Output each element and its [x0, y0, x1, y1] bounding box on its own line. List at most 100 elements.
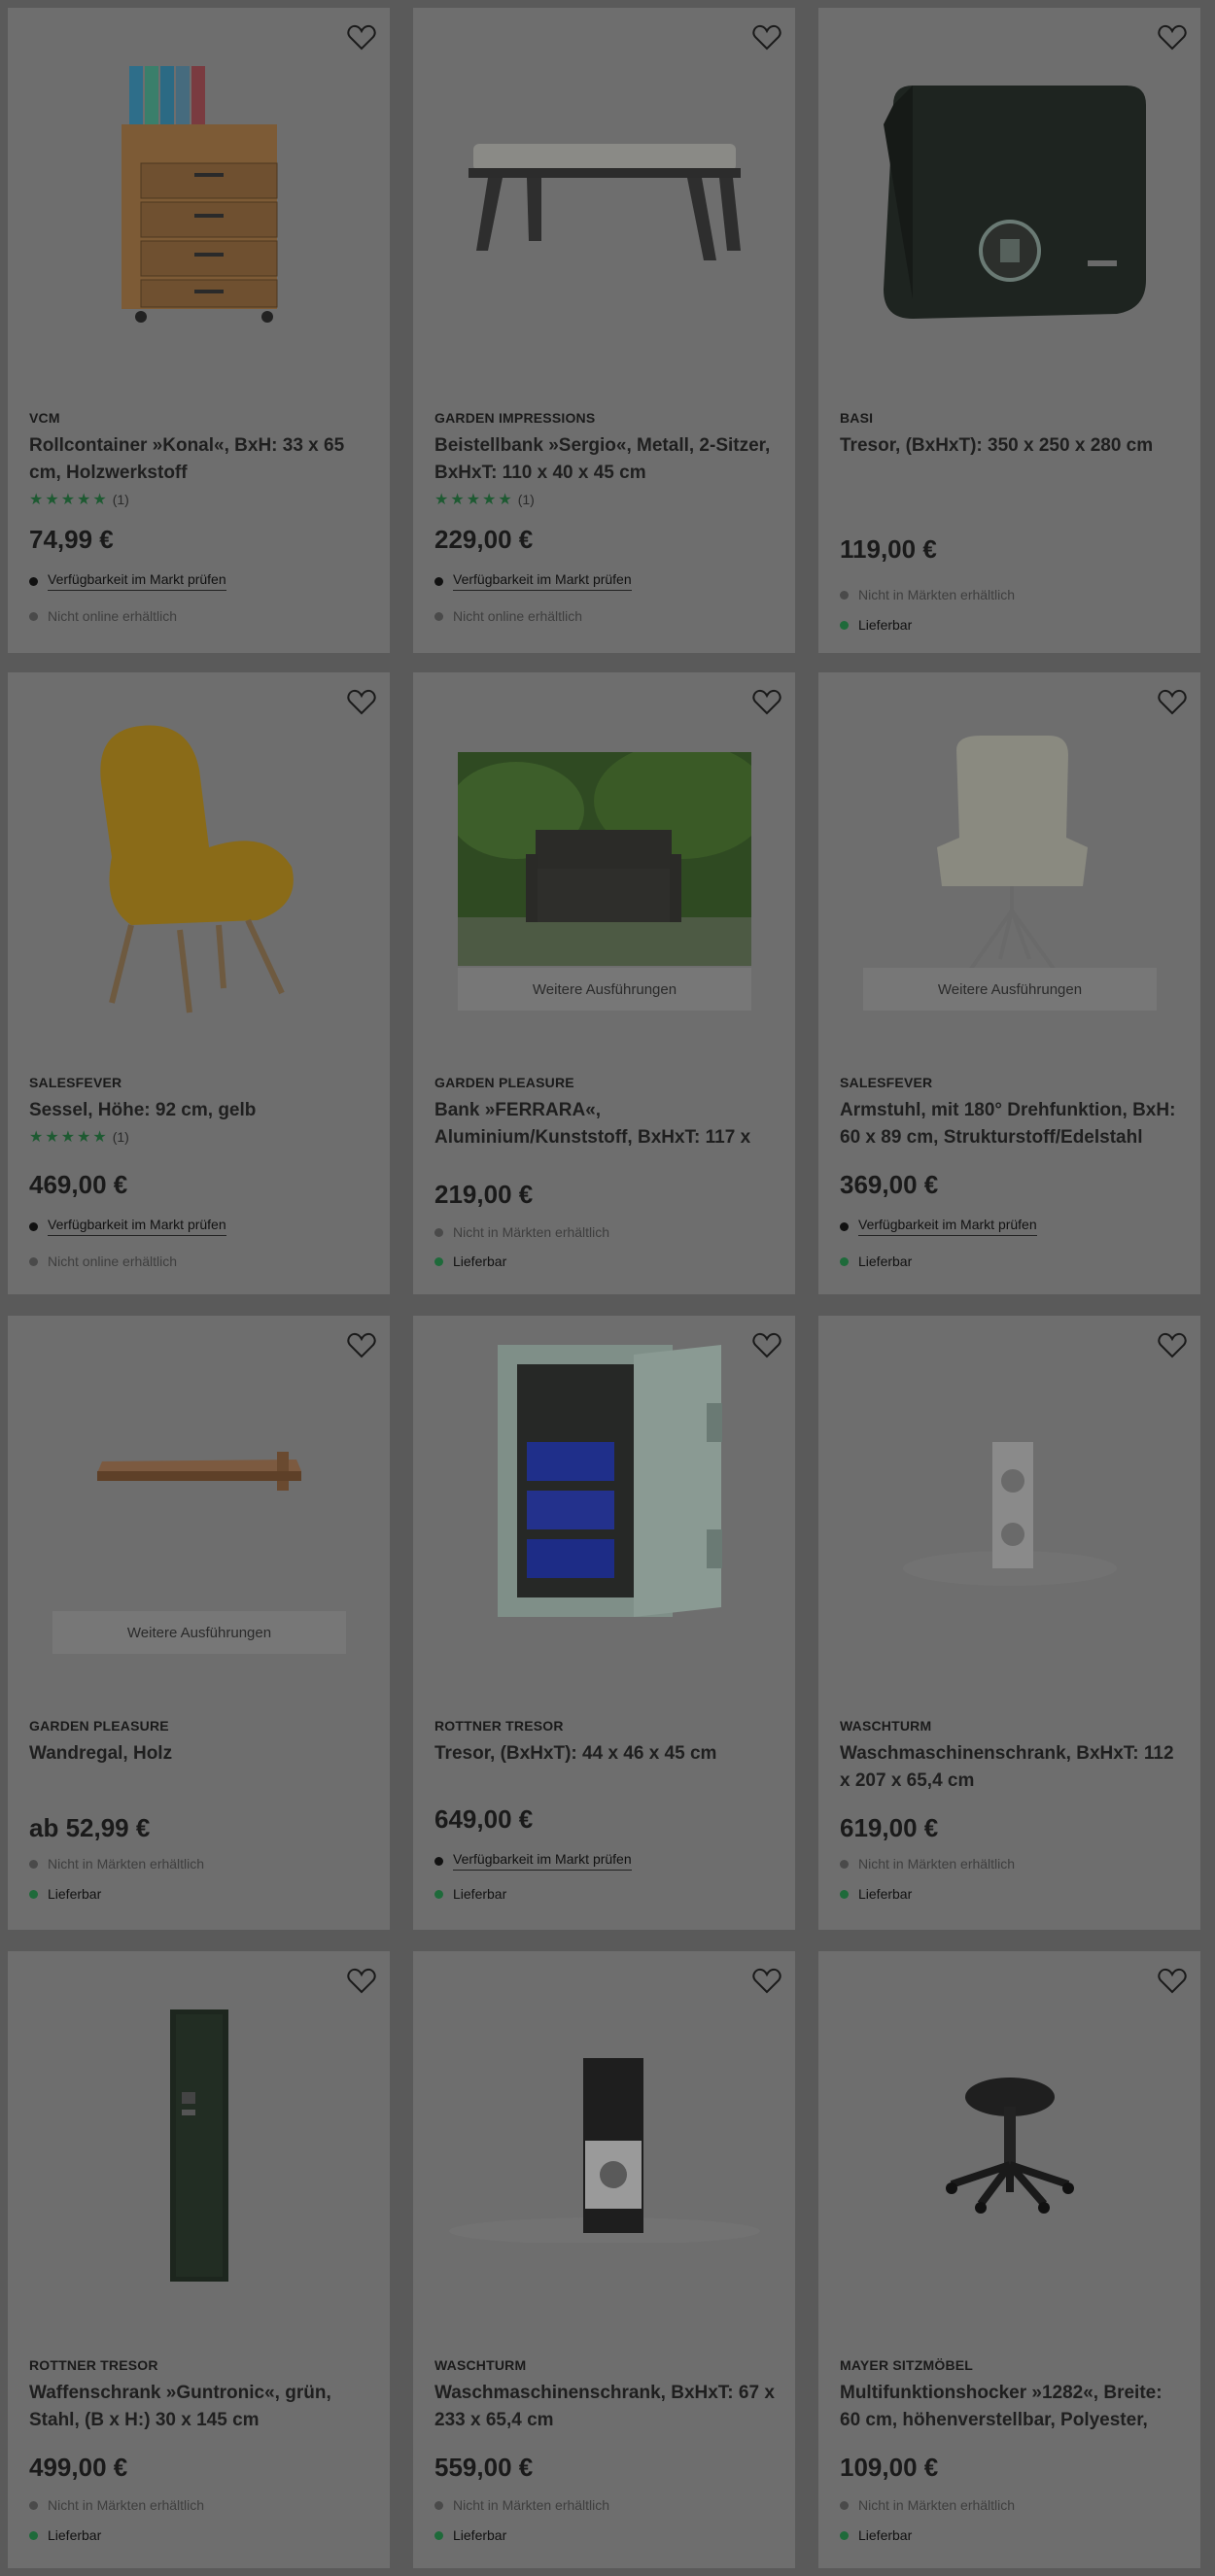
product-card[interactable]: ROTTNER TRESOR Tresor, (BxHxT): 44 x 46 …: [413, 1316, 795, 1930]
product-card[interactable]: GARDEN IMPRESSIONS Beistellbank »Sergio«…: [413, 8, 795, 653]
check-store-availability-link[interactable]: Verfügbarkeit im Markt prüfen: [858, 1217, 1037, 1236]
product-image[interactable]: [413, 711, 795, 995]
product-rating: ★★★★★ (1): [434, 490, 535, 509]
status-dot-icon: [434, 1889, 443, 1899]
product-title[interactable]: Bank »FERRARA«, Aluminium/Kunststoff, Bx…: [434, 1097, 775, 1151]
open-safe-icon: [497, 1345, 722, 1617]
online-availability: Nicht online erhältlich: [29, 1254, 177, 1269]
product-card[interactable]: Weitere Ausführungen GARDEN PLEASURE Ban…: [413, 672, 795, 1294]
status-dot-icon: [29, 1256, 38, 1266]
status-dot-icon: [434, 1256, 443, 1266]
product-brand: VCM: [29, 410, 60, 426]
star-rating-icon: ★★★★★: [29, 492, 109, 508]
store-availability: Verfügbarkeit im Markt prüfen: [434, 1851, 632, 1871]
product-title[interactable]: Waschmaschinenschrank, BxHxT: 112 x 207 …: [840, 1740, 1180, 1795]
product-grid: VCM Rollcontainer »Konal«, BxH: 33 x 65 …: [0, 0, 1215, 2576]
product-card[interactable]: WASCHTURM Waschmaschinenschrank, BxHxT: …: [413, 1951, 795, 2568]
product-card[interactable]: VCM Rollcontainer »Konal«, BxH: 33 x 65 …: [8, 8, 390, 653]
product-image[interactable]: [8, 1355, 390, 1588]
check-store-availability-link[interactable]: Verfügbarkeit im Markt prüfen: [48, 571, 226, 591]
product-card[interactable]: BASI Tresor, (BxHxT): 350 x 250 x 280 cm…: [818, 8, 1200, 653]
product-title[interactable]: Waffenschrank »Guntronic«, grün, Stahl, …: [29, 2380, 369, 2434]
product-price: ab 52,99 €: [29, 1813, 151, 1842]
product-rating: ★★★★★ (1): [29, 1127, 129, 1147]
product-title[interactable]: Sessel, Höhe: 92 cm, gelb: [29, 1097, 369, 1124]
check-store-availability-link[interactable]: Verfügbarkeit im Markt prüfen: [48, 1217, 226, 1236]
product-brand: BASI: [840, 410, 874, 426]
store-status-text: Nicht in Märkten erhältlich: [858, 2497, 1016, 2513]
store-availability: Nicht in Märkten erhältlich: [840, 1856, 1015, 1872]
product-brand: SALESFEVER: [840, 1075, 933, 1090]
safe-icon: [883, 86, 1146, 319]
product-price: 109,00 €: [840, 2453, 939, 2482]
delivery-availability: Lieferbar: [29, 2527, 101, 2543]
stool-icon: [945, 2078, 1074, 2214]
product-card[interactable]: MAYER SITZMÖBEL Multifunktionshocker »12…: [818, 1951, 1200, 2568]
store-availability: Nicht in Märkten erhältlich: [840, 587, 1015, 602]
product-card[interactable]: WASCHTURM Waschmaschinenschrank, BxHxT: …: [818, 1316, 1200, 1930]
store-status-text: Nicht in Märkten erhältlich: [858, 587, 1016, 602]
product-brand: WASCHTURM: [840, 1718, 932, 1734]
more-variants-button[interactable]: Weitere Ausführungen: [863, 968, 1157, 1011]
delivery-availability: Lieferbar: [434, 2527, 506, 2543]
product-image[interactable]: [413, 1990, 795, 2301]
product-title[interactable]: Armstuhl, mit 180° Drehfunktion, BxH: 60…: [840, 1097, 1180, 1151]
product-title[interactable]: Wandregal, Holz: [29, 1740, 369, 1768]
product-image[interactable]: [8, 711, 390, 1022]
product-image[interactable]: [818, 711, 1200, 983]
product-card[interactable]: Weitere Ausführungen SALESFEVER Armstuhl…: [818, 672, 1200, 1294]
product-image[interactable]: [413, 1325, 795, 1636]
product-card[interactable]: ROTTNER TRESOR Waffenschrank »Guntronic«…: [8, 1951, 390, 2568]
product-image[interactable]: [818, 1355, 1200, 1666]
washer-tower-icon: [448, 2058, 760, 2243]
product-title[interactable]: Rollcontainer »Konal«, BxH: 33 x 65 cm, …: [29, 432, 369, 487]
status-dot-icon: [840, 2500, 849, 2510]
product-image[interactable]: [413, 47, 795, 358]
armchair-icon: [99, 725, 294, 1013]
product-title[interactable]: Tresor, (BxHxT): 350 x 250 x 280 cm: [840, 432, 1180, 460]
product-brand: GARDEN PLEASURE: [29, 1718, 169, 1734]
product-brand: WASCHTURM: [434, 2357, 527, 2373]
store-availability: Verfügbarkeit im Markt prüfen: [29, 571, 226, 591]
product-title[interactable]: Multifunktionshocker »1282«, Breite: 60 …: [840, 2380, 1180, 2434]
wall-shelf-icon: [96, 1452, 301, 1491]
product-title[interactable]: Tresor, (BxHxT): 44 x 46 x 45 cm: [434, 1740, 775, 1768]
status-dot-icon: [434, 2530, 443, 2540]
product-price: 119,00 €: [840, 534, 937, 564]
delivery-status-text: Lieferbar: [858, 1886, 913, 1902]
store-availability: Nicht in Märkten erhältlich: [434, 2497, 609, 2513]
online-availability: Nicht online erhältlich: [29, 608, 177, 624]
online-availability: Nicht online erhältlich: [434, 608, 582, 624]
product-card[interactable]: SALESFEVER Sessel, Höhe: 92 cm, gelb ★★★…: [8, 672, 390, 1294]
gun-cabinet-icon: [169, 2009, 228, 2282]
more-variants-button[interactable]: Weitere Ausführungen: [458, 968, 751, 1011]
store-availability: Verfügbarkeit im Markt prüfen: [434, 571, 632, 591]
store-availability: Nicht in Märkten erhältlich: [840, 2497, 1015, 2513]
more-variants-button[interactable]: Weitere Ausführungen: [52, 1611, 346, 1654]
product-title[interactable]: Waschmaschinenschrank, BxHxT: 67 x 233 x…: [434, 2380, 775, 2434]
delivery-availability: Lieferbar: [840, 1886, 912, 1902]
delivery-status-text: Lieferbar: [453, 1254, 507, 1269]
star-rating-icon: ★★★★★: [434, 492, 514, 508]
status-dot-icon: [840, 1859, 849, 1869]
status-dot-icon: [434, 1227, 443, 1237]
store-availability: Verfügbarkeit im Markt prüfen: [840, 1217, 1037, 1236]
product-price: 369,00 €: [840, 1170, 939, 1199]
status-dot-icon: [29, 1889, 38, 1899]
status-dot-icon: [840, 1889, 849, 1899]
product-brand: GARDEN PLEASURE: [434, 1075, 574, 1090]
status-dot-icon: [29, 2530, 38, 2540]
product-price: 74,99 €: [29, 525, 114, 554]
product-card[interactable]: Weitere Ausführungen GARDEN PLEASURE Wan…: [8, 1316, 390, 1930]
check-store-availability-link[interactable]: Verfügbarkeit im Markt prüfen: [453, 1851, 632, 1871]
product-image[interactable]: [818, 47, 1200, 358]
product-image[interactable]: [818, 1990, 1200, 2301]
check-store-availability-link[interactable]: Verfügbarkeit im Markt prüfen: [453, 571, 632, 591]
status-dot-icon: [29, 1221, 38, 1231]
product-image[interactable]: [8, 1990, 390, 2301]
product-image[interactable]: [8, 47, 390, 358]
product-price: 649,00 €: [434, 1804, 534, 1834]
status-dot-icon: [29, 1859, 38, 1869]
status-dot-icon: [840, 1221, 849, 1231]
product-title[interactable]: Beistellbank »Sergio«, Metall, 2-Sitzer,…: [434, 432, 775, 487]
